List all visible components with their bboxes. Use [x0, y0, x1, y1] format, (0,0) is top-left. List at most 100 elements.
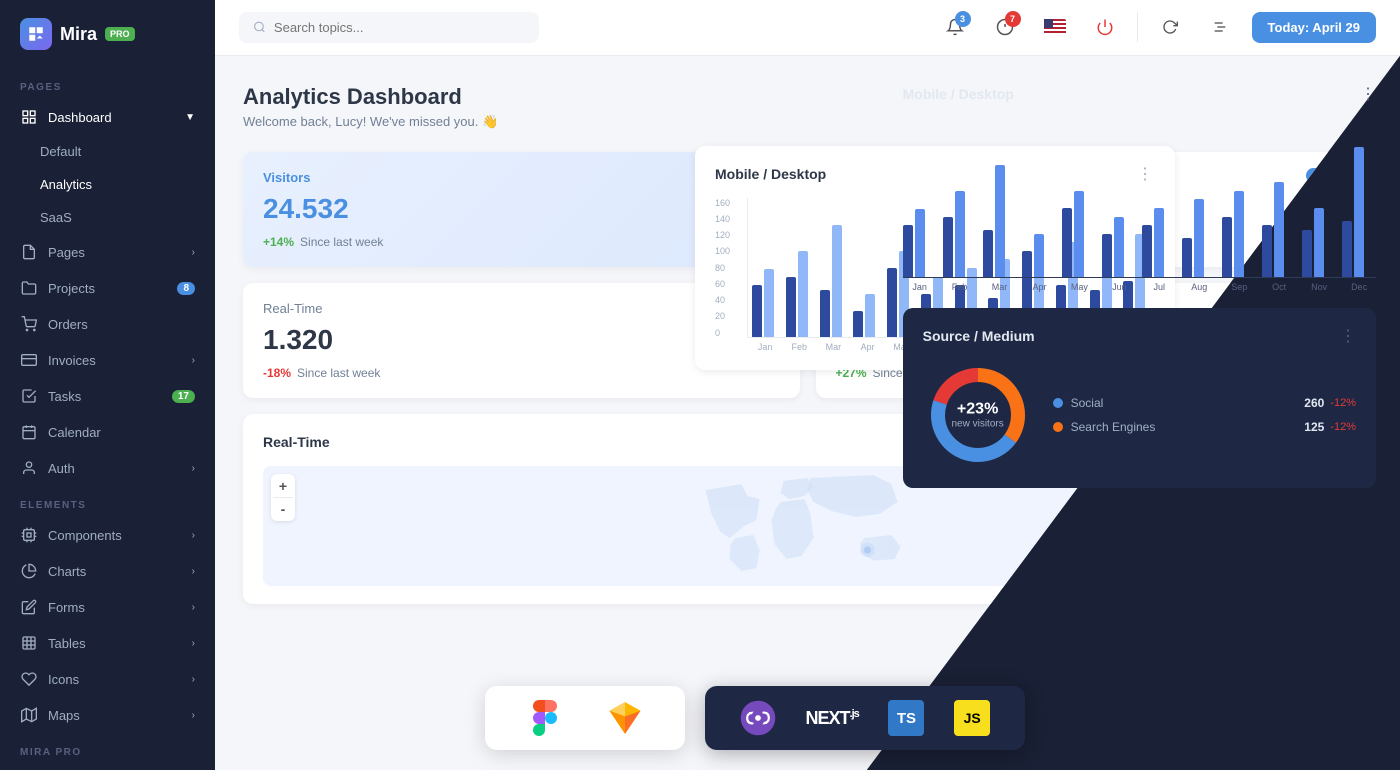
source-value-search: 125: [1304, 420, 1324, 434]
chevron-down-icon: ›: [192, 530, 195, 541]
source-header: Source / Medium ⋮: [923, 326, 1356, 346]
notifications-button[interactable]: 3: [937, 9, 973, 45]
redux-logo: [740, 700, 776, 736]
source-item-search: Search Engines 125 -12%: [1053, 420, 1356, 434]
edit-icon: [20, 598, 38, 616]
dark-x-nov: Nov: [1302, 282, 1336, 292]
search-box[interactable]: [239, 12, 539, 43]
user-icon: [20, 459, 38, 477]
chevron-down-icon: ›: [192, 463, 195, 474]
map-card-title: Real-Time: [263, 434, 330, 450]
dark-chart-header: Mobile / Desktop ⋮: [903, 84, 1376, 104]
bar-group-jan: [752, 269, 780, 337]
x-label-jan: Jan: [751, 342, 779, 352]
sidebar-item-auth[interactable]: Auth ›: [0, 450, 215, 486]
sidebar-item-tables[interactable]: Tables ›: [0, 625, 215, 661]
dark-bar-mar-l: [995, 165, 1005, 277]
donut-label: new visitors: [951, 418, 1003, 429]
credit-card-icon: [20, 351, 38, 369]
tech-card-dark: NEXT.js TS JS: [705, 686, 1025, 750]
projects-badge: 8: [177, 282, 195, 295]
sidebar-item-invoices[interactable]: Invoices ›: [0, 342, 215, 378]
alerts-button[interactable]: 7: [987, 9, 1023, 45]
refresh-button[interactable]: [1152, 9, 1188, 45]
dark-bar-group-jun: [1102, 217, 1136, 277]
sidebar-item-label: Invoices: [48, 353, 96, 368]
donut-center: +23% new visitors: [951, 400, 1003, 429]
shopping-cart-icon: [20, 315, 38, 333]
logo-icon: [20, 18, 52, 50]
dark-x-axis: Jan Feb Mar Apr May Jun Jul Aug Sep Oct …: [903, 282, 1376, 292]
dark-bar-mar-d: [983, 230, 993, 277]
today-button[interactable]: Today: April 29: [1252, 12, 1376, 43]
y-label-100: 100: [715, 246, 730, 256]
main-area: 3 7: [215, 0, 1400, 770]
sidebar-item-label: Dashboard: [48, 110, 112, 125]
alerts-count: 7: [1005, 11, 1021, 27]
source-title: Source / Medium: [923, 328, 1035, 344]
dark-bar-chart: [903, 118, 1376, 278]
logo-area: Mira PRO: [0, 0, 215, 68]
bar-apr-light: [865, 294, 875, 337]
sidebar-item-components[interactable]: Components ›: [0, 517, 215, 553]
dark-bar-feb-l: [955, 191, 965, 277]
flag-icon: [1044, 19, 1066, 35]
x-label-mar: Mar: [819, 342, 847, 352]
dark-x-dec: Dec: [1342, 282, 1376, 292]
dark-bar-jul-l: [1154, 208, 1164, 277]
search-input[interactable]: [274, 20, 525, 35]
elements-section-title: ELEMENTS: [0, 486, 215, 517]
sidebar-item-label: Pages: [48, 245, 85, 260]
dark-chart-title: Mobile / Desktop: [903, 86, 1014, 102]
sidebar-item-dashboard[interactable]: Dashboard ▼: [0, 99, 215, 135]
dark-bar-apr-d: [1022, 251, 1032, 277]
dark-chart-menu[interactable]: ⋮: [1360, 84, 1376, 104]
app-name: Mira: [60, 24, 97, 45]
sidebar-item-default[interactable]: Default: [0, 135, 215, 168]
power-button[interactable]: [1087, 9, 1123, 45]
y-label-80: 80: [715, 263, 730, 273]
grid-icon: [20, 108, 38, 126]
sidebar-item-icons[interactable]: Icons ›: [0, 661, 215, 697]
dark-bar-oct-l: [1274, 182, 1284, 277]
javascript-logo: JS: [954, 700, 990, 736]
sidebar-item-label: Icons: [48, 672, 79, 687]
topbar-right: 3 7: [937, 9, 1376, 45]
dark-bar-jun-l: [1114, 217, 1124, 277]
nextjs-logo: NEXT.js: [806, 708, 859, 729]
sidebar-item-saas[interactable]: SaaS: [0, 201, 215, 234]
sidebar-item-projects[interactable]: Projects 8: [0, 270, 215, 306]
pages-section-title: PAGES: [0, 68, 215, 99]
y-label-60: 60: [715, 279, 730, 289]
dark-bar-group-oct: [1262, 182, 1296, 277]
dark-bar-jul-d: [1142, 225, 1152, 277]
source-label-social: Social: [1071, 396, 1104, 410]
sidebar-item-maps[interactable]: Maps ›: [0, 697, 215, 733]
sidebar-item-label: Forms: [48, 600, 85, 615]
sidebar-item-label: Charts: [48, 564, 86, 579]
chevron-down-icon: ›: [192, 602, 195, 613]
dark-bar-group-jul: [1142, 208, 1176, 277]
sidebar-item-label: Tables: [48, 636, 86, 651]
sidebar-item-label: Default: [40, 144, 81, 159]
dark-x-apr: Apr: [1022, 282, 1056, 292]
sidebar-item-orders[interactable]: Orders: [0, 306, 215, 342]
sidebar-item-calendar[interactable]: Calendar: [0, 414, 215, 450]
dark-bar-group-dec: [1342, 147, 1376, 277]
y-axis: 160 140 120 100 80 60 40 20 0: [715, 198, 730, 338]
typescript-logo: TS: [888, 700, 924, 736]
dark-bar-aug-d: [1182, 238, 1192, 277]
y-label-20: 20: [715, 311, 730, 321]
flag-button[interactable]: [1037, 9, 1073, 45]
filter-button[interactable]: [1202, 9, 1238, 45]
dark-bar-group-jan: [903, 209, 937, 277]
sidebar-item-forms[interactable]: Forms ›: [0, 589, 215, 625]
sidebar-item-pages[interactable]: Pages ›: [0, 234, 215, 270]
chevron-down-icon: ›: [192, 710, 195, 721]
source-menu-icon[interactable]: ⋮: [1340, 326, 1356, 346]
sidebar-item-tasks[interactable]: Tasks 17: [0, 378, 215, 414]
divider: [1137, 12, 1138, 42]
sidebar-item-charts[interactable]: Charts ›: [0, 553, 215, 589]
dark-bar-group-sep: [1222, 191, 1256, 277]
sidebar-item-analytics[interactable]: Analytics: [0, 168, 215, 201]
